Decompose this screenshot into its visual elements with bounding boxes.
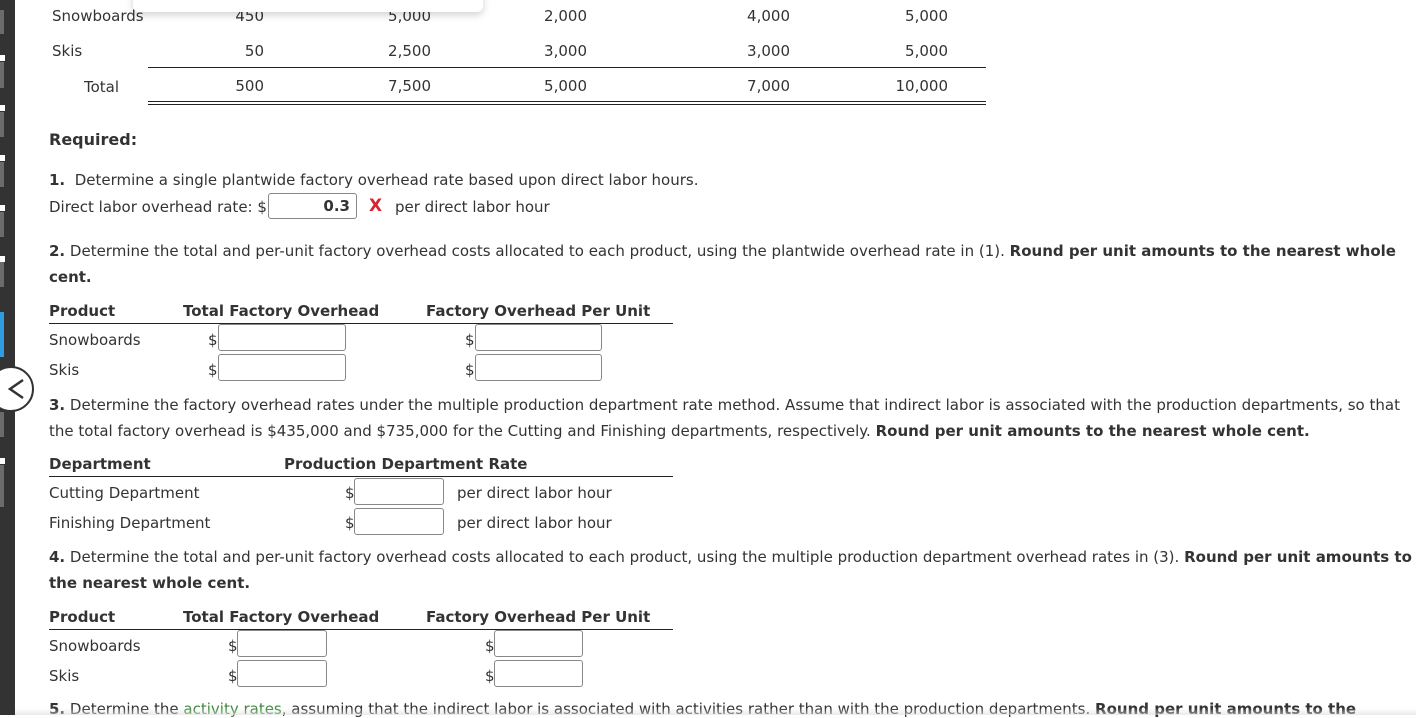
dollar-sign: $ <box>465 361 475 379</box>
sidebar-marker <box>0 155 5 161</box>
sidebar-tab[interactable] <box>0 262 4 287</box>
q3-text-cont: the total factory overhead is $435,000 a… <box>49 422 871 440</box>
q3-row-label: Cutting Department <box>49 484 200 502</box>
sidebar-marker <box>0 205 5 211</box>
sidebar-marker <box>0 458 5 464</box>
q3-header-rate: Production Department Rate <box>284 455 528 473</box>
q1-unit-text: per direct labor hour <box>395 198 550 216</box>
q4-rounding-note-cont: the nearest whole cent. <box>49 574 251 592</box>
q4-text: Determine the total and per-unit factory… <box>69 548 1180 566</box>
q3-header-department: Department <box>49 455 151 473</box>
bottom-fade <box>15 708 1416 715</box>
q2-snowboards-total-input[interactable] <box>218 324 346 351</box>
q2-snowboards-per-unit-input[interactable] <box>475 324 602 351</box>
sidebar-tab-active[interactable] <box>0 312 4 357</box>
q3-prompt: 3. Determine the factory overhead rates … <box>49 396 1400 414</box>
q1-number: 1. <box>49 171 66 189</box>
cell: 3,000 <box>544 42 587 60</box>
q2-header-product: Product <box>49 302 116 320</box>
q2-prompt: 2. Determine the total and per-unit fact… <box>49 242 1396 260</box>
sidebar-tab[interactable] <box>0 112 4 137</box>
cell: 50 <box>244 42 264 60</box>
sidebar-tab[interactable] <box>0 62 4 88</box>
q4-skis-total-input[interactable] <box>237 660 327 687</box>
q3-number: 3. <box>49 396 66 414</box>
table-rule <box>148 67 986 68</box>
cell: 5,000 <box>544 77 587 95</box>
required-heading: Required: <box>49 130 138 149</box>
q4-row-label: Snowboards <box>49 637 141 655</box>
q4-number: 4. <box>49 548 66 566</box>
q1-prompt: 1. Determine a single plantwide factory … <box>49 171 698 189</box>
q2-rounding-note: Round per unit amounts to the nearest wh… <box>1009 242 1396 260</box>
finishing-rate-input[interactable] <box>354 508 444 535</box>
row-label-total: Total <box>84 78 120 96</box>
q3-rounding-note: Round per unit amounts to the nearest wh… <box>875 422 1310 440</box>
row-label-skis: Skis <box>52 42 83 60</box>
cutting-rate-input[interactable] <box>354 478 444 505</box>
q2-header-total: Total Factory Overhead <box>183 302 380 320</box>
sidebar-tab[interactable] <box>0 465 4 507</box>
q2-rounding-note-cont: cent. <box>49 268 92 286</box>
cell: 500 <box>235 77 264 95</box>
q4-prompt: 4. Determine the total and per-unit fact… <box>49 548 1412 566</box>
dollar-sign: $ <box>465 331 475 349</box>
q4-row-label: Skis <box>49 667 80 685</box>
row-label-snowboards: Snowboards <box>52 7 144 25</box>
q2-row-label: Snowboards <box>49 331 141 349</box>
back-button[interactable] <box>0 366 34 412</box>
incorrect-x-icon: X <box>369 196 383 216</box>
q4-skis-per-unit-input[interactable] <box>494 660 583 687</box>
q2-skis-per-unit-input[interactable] <box>475 354 602 381</box>
sidebar-marker <box>0 55 5 61</box>
q4-header-total: Total Factory Overhead <box>183 608 380 626</box>
q2-number: 2. <box>49 242 66 260</box>
sidebar-tab[interactable] <box>0 10 4 34</box>
table-double-rule <box>148 104 986 105</box>
q2-skis-total-input[interactable] <box>218 354 346 381</box>
q3-text: Determine the factory overhead rates und… <box>69 396 1400 414</box>
sidebar-tab[interactable] <box>0 412 4 437</box>
cell: 10,000 <box>895 77 949 95</box>
cell: 5,000 <box>905 7 948 25</box>
q3-prompt-cont: the total factory overhead is $435,000 a… <box>49 422 1310 440</box>
q4-snowboards-per-unit-input[interactable] <box>494 630 583 657</box>
cell: 7,000 <box>747 77 790 95</box>
table-double-rule <box>148 101 986 102</box>
chevron-left-icon <box>7 378 24 400</box>
sidebar-tab[interactable] <box>0 162 4 187</box>
sidebar-marker <box>0 105 5 111</box>
q3-unit-text: per direct labor hour <box>457 484 612 502</box>
cell: 2,000 <box>544 7 587 25</box>
q4-header-product: Product <box>49 608 116 626</box>
q2-row-label: Skis <box>49 361 80 379</box>
q2-header-per-unit: Factory Overhead Per Unit <box>426 302 651 320</box>
q1-field-label: Direct labor overhead rate: $ <box>49 198 267 216</box>
popup-panel <box>133 0 483 12</box>
overhead-rate-input[interactable] <box>268 193 357 219</box>
cell: 5,000 <box>905 42 948 60</box>
cell: 3,000 <box>747 42 790 60</box>
q2-text: Determine the total and per-unit factory… <box>69 242 1005 260</box>
sidebar-strip <box>0 0 15 715</box>
q3-row-label: Finishing Department <box>49 514 211 532</box>
dollar-sign: $ <box>208 361 218 379</box>
dollar-sign: $ <box>208 331 218 349</box>
q3-header-rule <box>49 476 673 477</box>
q4-rounding-note: Round per unit amounts to <box>1184 548 1412 566</box>
cell: 2,500 <box>388 42 431 60</box>
cell: 4,000 <box>747 7 790 25</box>
q4-snowboards-total-input[interactable] <box>237 630 327 657</box>
q4-header-per-unit: Factory Overhead Per Unit <box>426 608 651 626</box>
cell: 7,500 <box>388 77 431 95</box>
sidebar-tab[interactable] <box>0 212 4 237</box>
q3-unit-text: per direct labor hour <box>457 514 612 532</box>
q1-text: Determine a single plantwide factory ove… <box>74 171 699 189</box>
